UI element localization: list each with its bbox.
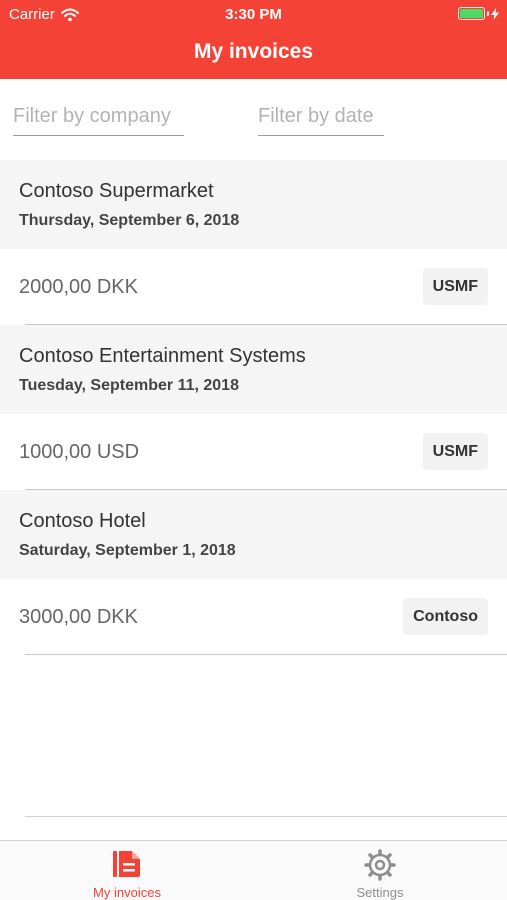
invoice-header[interactable]: Contoso Hotel Saturday, September 1, 201… <box>0 490 507 579</box>
invoice-date: Tuesday, September 11, 2018 <box>19 377 239 394</box>
invoice-row[interactable]: 3000,00 DKK Contoso <box>0 579 507 655</box>
status-time: 3:30 PM <box>225 6 282 23</box>
invoice-company: Contoso Entertainment Systems <box>19 345 306 367</box>
invoice-amount: 1000,00 USD <box>19 441 140 463</box>
filter-company-input[interactable] <box>13 105 184 136</box>
page-title: My invoices <box>193 40 314 63</box>
invoice-date: Thursday, September 6, 2018 <box>19 212 240 229</box>
tab-label: My invoices <box>93 885 161 900</box>
gear-icon <box>364 849 396 881</box>
invoice-amount: 2000,00 DKK <box>19 276 138 298</box>
invoice-company-tag: USMF <box>422 433 488 470</box>
invoice-company-tag: USMF <box>422 268 488 305</box>
divider <box>25 816 507 817</box>
tab-settings[interactable]: Settings <box>310 841 450 900</box>
invoice-company: Contoso Supermarket <box>19 180 214 202</box>
invoice-row[interactable]: 2000,00 DKK USMF <box>0 249 507 325</box>
battery-icon <box>458 7 499 20</box>
tab-my-invoices[interactable]: My invoices <box>57 841 197 900</box>
invoice-company-tag: Contoso <box>403 598 488 635</box>
status-bar: Carrier 3:30 PM <box>0 0 507 28</box>
app-header: Carrier 3:30 PM My invoices <box>0 0 507 79</box>
filter-bar <box>0 79 507 160</box>
invoice-row[interactable]: 1000,00 USD USMF <box>0 414 507 490</box>
invoice-amount: 3000,00 DKK <box>19 606 138 628</box>
invoice-date: Saturday, September 1, 2018 <box>19 542 236 559</box>
invoice-company: Contoso Hotel <box>19 510 146 532</box>
document-icon <box>113 851 140 877</box>
filter-date-input[interactable] <box>258 105 384 136</box>
invoice-header[interactable]: Contoso Supermarket Thursday, September … <box>0 160 507 249</box>
divider <box>25 654 507 655</box>
charging-bolt-icon <box>491 7 499 20</box>
tab-bar: My invoices Settings <box>0 840 507 900</box>
tab-label: Settings <box>356 885 404 900</box>
invoice-header[interactable]: Contoso Entertainment Systems Tuesday, S… <box>0 325 507 414</box>
